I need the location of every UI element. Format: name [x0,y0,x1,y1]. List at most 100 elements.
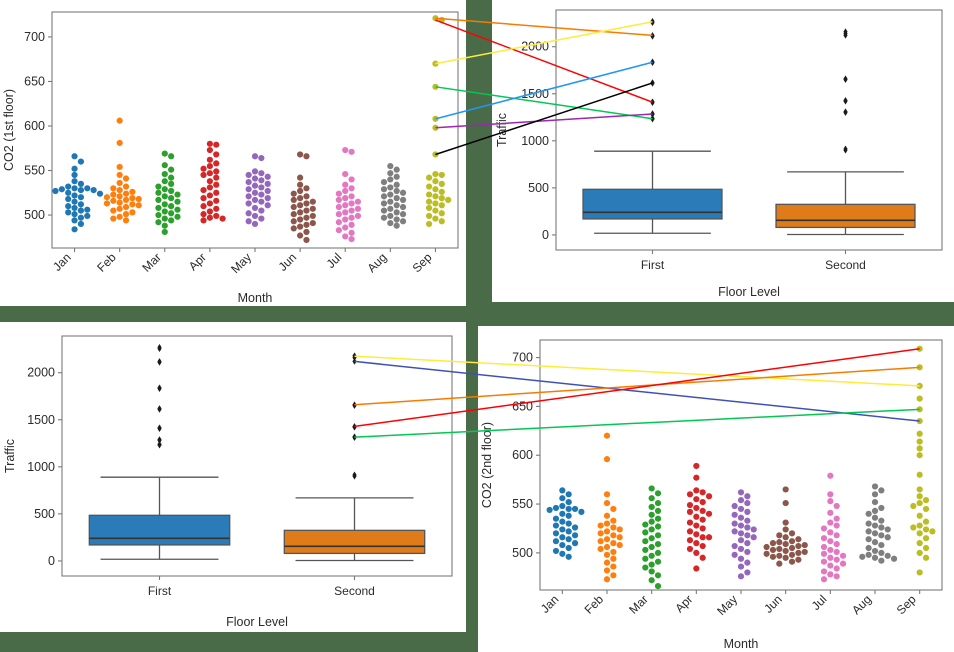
data-point [916,549,923,556]
data-point [264,173,271,180]
data-point [168,203,175,210]
data-point [71,165,78,172]
data-point [916,382,923,389]
data-point [251,175,259,182]
data-point [686,545,694,553]
data-point [654,499,662,507]
data-point [884,552,891,559]
data-point [84,206,91,213]
data-point [782,499,789,507]
chart-co2-first-floor-swarm: 500 550 600 650 700 CO2 (1st floor) Jan Feb Mar A… [2,11,459,305]
data-point [290,218,297,225]
data-point [168,217,175,224]
data-point [603,528,611,535]
data-point [342,181,349,188]
data-point [693,474,700,481]
data-point [737,545,745,553]
data-point [297,209,304,216]
data-point [387,191,394,198]
data-point [432,83,439,90]
data-point [699,542,706,550]
data-point [744,559,751,566]
data-point [155,219,162,226]
data-point [380,214,388,221]
swarm-series-Sep [425,15,452,228]
data-point [161,222,168,229]
data-point [827,519,834,526]
data-point [174,206,181,213]
data-point [129,201,136,208]
data-point [245,178,252,186]
data-point [731,511,738,518]
data-point [213,174,220,181]
data-point [859,553,866,560]
swarm-series-Feb [597,432,623,583]
data-point [258,198,265,205]
data-point [654,490,662,497]
data-point [90,187,97,194]
data-point [782,547,789,555]
data-point [571,505,579,513]
data-point [648,561,655,568]
data-point [432,170,439,178]
data-point [871,514,879,521]
data-point [432,215,439,222]
data-point [213,212,220,220]
data-point [801,548,808,556]
data-point [878,487,885,494]
data-point [744,532,751,539]
data-point [884,534,891,541]
data-point [297,216,304,223]
data-point [342,170,349,178]
data-point [213,189,220,196]
data-point [303,228,310,236]
data-point [213,160,220,167]
data-point [432,151,439,158]
data-point [890,555,898,562]
data-point [393,195,400,202]
svg-text:Second: Second [334,584,375,598]
data-point [552,538,560,545]
data-point [744,524,751,531]
data-point [425,191,433,198]
data-point [161,170,168,178]
data-point [438,180,445,187]
data-point [552,504,560,512]
data-point [399,203,407,211]
data-point [782,554,789,561]
data-point [865,551,872,558]
data-point [77,220,85,228]
data-point [865,528,872,535]
swarm-series-Jul [335,146,362,243]
data-point [693,531,700,538]
data-point [200,187,207,194]
data-point [565,499,572,506]
data-point [565,544,572,552]
data-point [71,211,78,218]
data-point [833,532,840,539]
data-point [399,218,407,225]
data-point [122,217,130,224]
panel-co2-second-floor: 500 550 600 650 700 CO2 (2nd floor) Jan Feb Mar A… [478,326,954,652]
data-point [129,188,136,195]
svg-text:Traffic: Traffic [495,113,509,147]
data-point [258,170,265,177]
data-point [565,512,572,519]
data-point [839,552,847,559]
data-point [737,530,745,537]
data-point [916,445,923,452]
svg-text:CO2 (1st floor): CO2 (1st floor) [2,89,16,171]
data-point [103,194,111,201]
data-point [348,207,355,214]
data-point [699,507,706,514]
data-point [603,512,611,519]
data-point [878,517,885,524]
data-point [103,200,111,207]
data-point [571,540,579,547]
data-point [871,499,879,506]
data-point [916,430,923,437]
data-point [833,522,840,529]
data-point [200,195,207,202]
svg-text:650: 650 [512,399,533,413]
data-point [737,522,745,529]
